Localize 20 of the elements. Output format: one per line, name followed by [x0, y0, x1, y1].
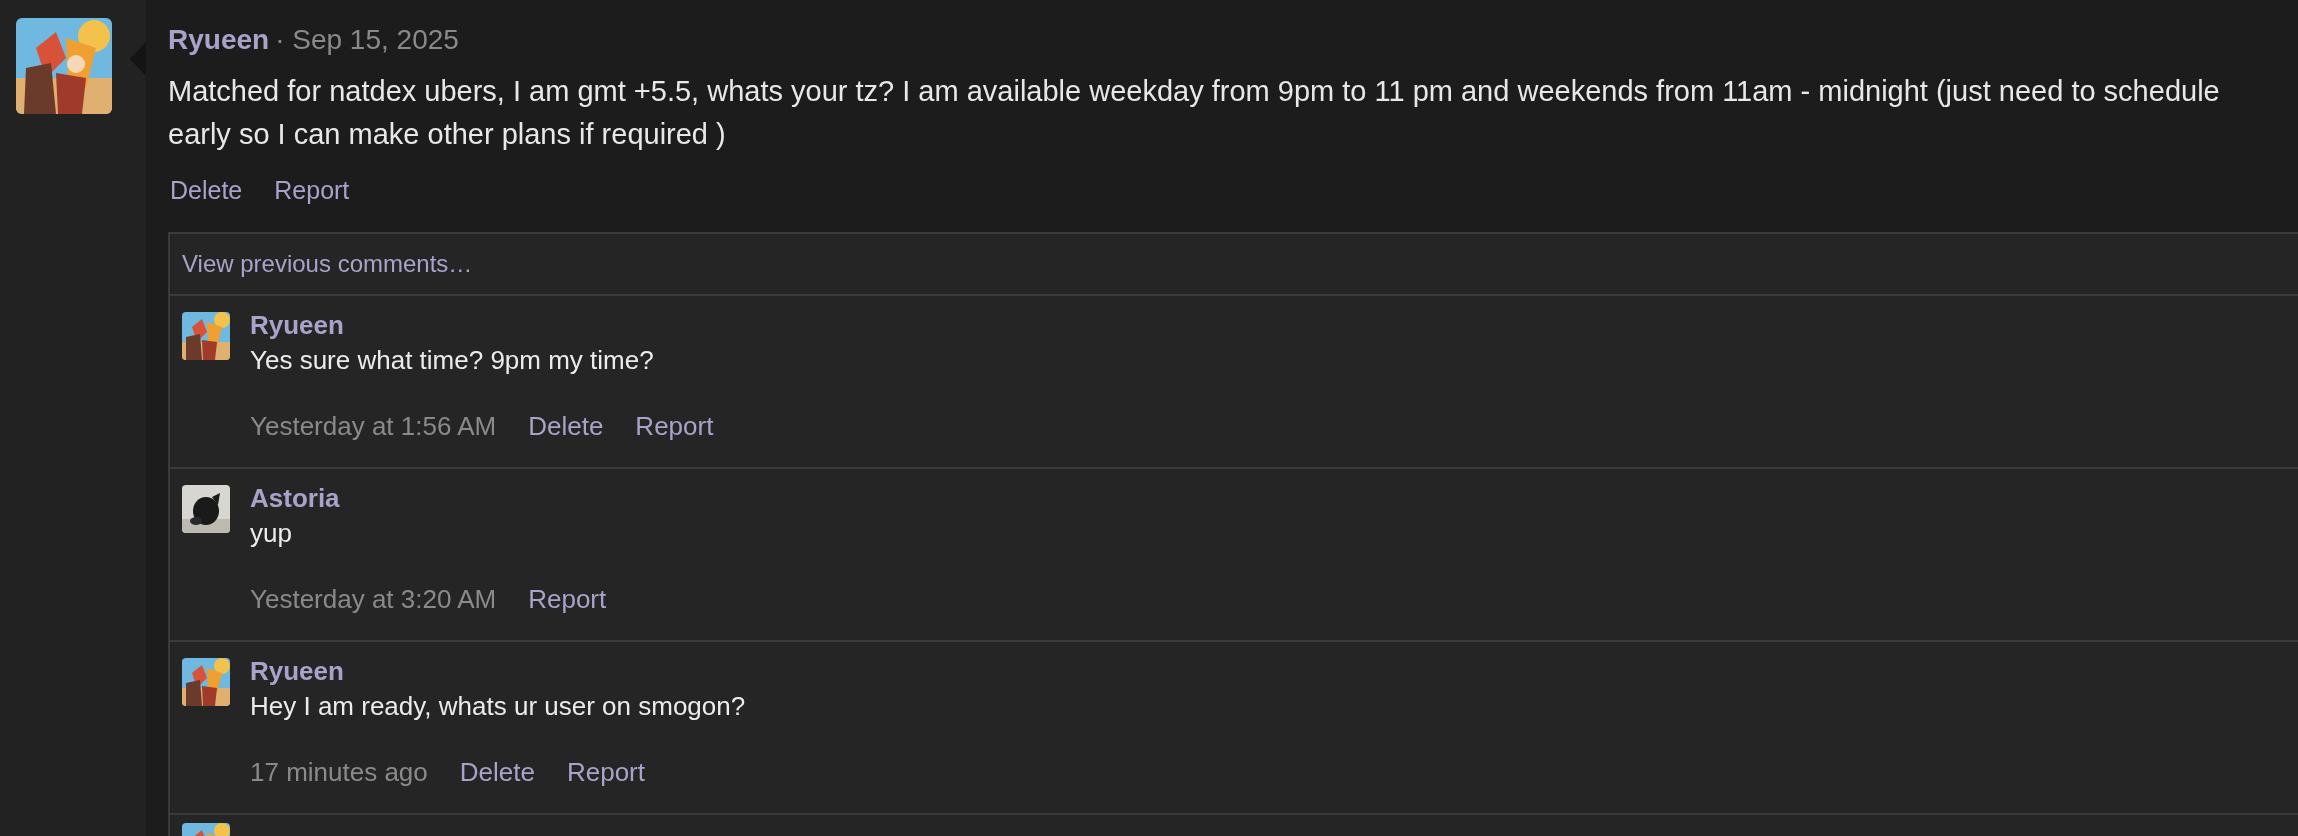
view-previous-link[interactable]: View previous comments…	[170, 234, 2298, 296]
post-text: Matched for natdex ubers, I am gmt +5.5, whats your tz? I am available weekday from 9pm to 11 pm and weekends from 11am - midnight (just need to schedule early so I can make other plans if required )	[168, 74, 2221, 152]
action-link[interactable]: Report	[635, 408, 714, 444]
author-name[interactable]: Ryueen	[250, 654, 746, 688]
action-link[interactable]: Delete	[528, 408, 604, 444]
action-link[interactable]: Delete	[170, 170, 243, 210]
action-link[interactable]: Report	[566, 754, 645, 790]
comment-time: Yesterday at 3:20 AM	[250, 583, 497, 616]
author-name[interactable]: Ryueen	[250, 308, 714, 342]
comment-text: Yes sure what time? 9pm my time?	[250, 344, 655, 377]
action-link[interactable]: Report	[528, 581, 607, 617]
author-name[interactable]: Astoria	[250, 481, 607, 515]
action-link[interactable]: Report	[274, 170, 350, 210]
post-date: · Sep 15, 2025	[275, 24, 459, 55]
comment-text: Hey I am ready, whats ur user on smogon?	[250, 690, 746, 723]
comment-text: yup	[250, 517, 293, 550]
author-name[interactable]: Ryueen	[168, 24, 270, 55]
comment-time: 17 minutes ago	[250, 756, 428, 789]
action-link[interactable]: Delete	[459, 754, 535, 790]
comment-time: Yesterday at 1:56 AM	[250, 410, 497, 443]
